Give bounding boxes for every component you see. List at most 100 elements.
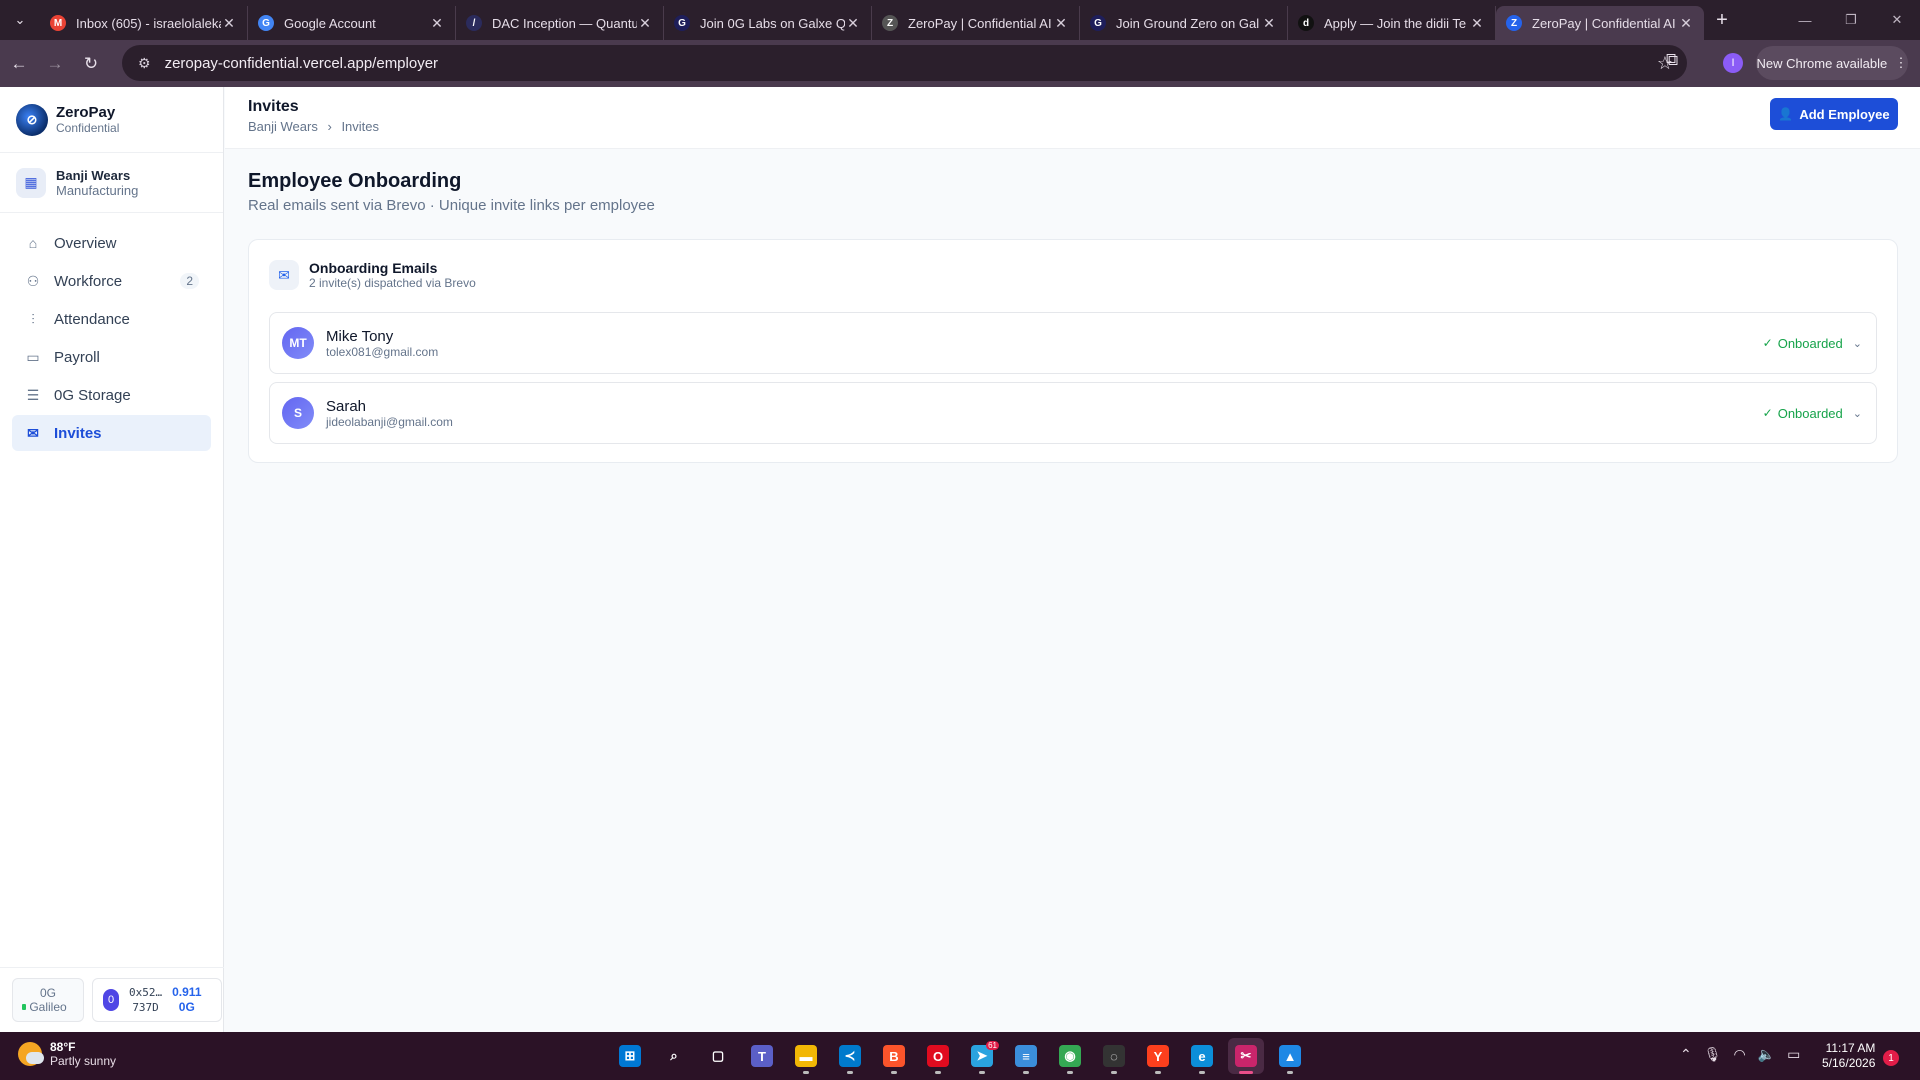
notification-badge[interactable]: 1 (1883, 1050, 1899, 1066)
sidebar-item-overview[interactable]: ⌂ Overview (12, 225, 211, 261)
sidebar-nav: ⌂ Overview ⚇ Workforce 2 ⫶ Attendance ▭ Payroll ☰… (0, 213, 223, 465)
sidebar-item-label: Workforce (54, 272, 123, 290)
forward-icon[interactable]: → (38, 47, 72, 81)
new-chrome-available-button[interactable]: New Chrome available ⋮ (1756, 46, 1908, 80)
invitee-email: jideolabanji@gmail.com (326, 414, 453, 429)
edge-icon[interactable]: e (1184, 1038, 1220, 1074)
tab-favicon-icon: Z (1506, 15, 1522, 31)
browser-tab[interactable]: G Join 0G Labs on Galxe Qu ✕ (664, 6, 872, 40)
url-text[interactable]: zeropay-confidential.vercel.app/employer (165, 55, 1657, 72)
sidebar-item-attendance[interactable]: ⫶ Attendance (12, 301, 211, 337)
tab-close-icon[interactable]: ✕ (429, 15, 445, 32)
tab-favicon-icon: / (466, 15, 482, 31)
wallet-balance: 0.911 (172, 985, 202, 999)
invite-row[interactable]: MT Mike Tony tolex081@gmail.com ✓ Onboarde… (269, 312, 1877, 374)
tab-close-icon[interactable]: ✕ (1469, 15, 1485, 32)
status-badge[interactable]: ✓ Onboarded ⌄ (1763, 406, 1862, 421)
system-tray: ⌃ 🎙 ◠ 🔈 ▭ (1680, 1046, 1812, 1063)
snipping-tool-icon[interactable]: ✂ (1228, 1038, 1264, 1074)
photos-icon[interactable]: ▲ (1272, 1038, 1308, 1074)
tab-close-icon[interactable]: ✕ (637, 15, 653, 32)
task-view-icon[interactable]: ▢ (700, 1038, 736, 1074)
yandex-icon[interactable]: Y (1140, 1038, 1176, 1074)
invitee-email: tolex081@gmail.com (326, 344, 439, 359)
notepad-icon[interactable]: ≡ (1008, 1038, 1044, 1074)
tab-favicon-icon: G (1090, 15, 1106, 31)
invite-row[interactable]: S Sarah jideolabanji@gmail.com ✓ Onboarded… (269, 382, 1877, 444)
opera-icon[interactable]: O (920, 1038, 956, 1074)
tray-overflow-icon[interactable]: ⌃ (1680, 1046, 1692, 1063)
address-bar-row: ← → ↻ ⚙ zeropay-confidential.vercel.app/… (0, 40, 1920, 87)
sidebar-item-payroll[interactable]: ▭ Payroll (12, 339, 211, 375)
vscode-icon[interactable]: ≺ (832, 1038, 868, 1074)
microphone-icon[interactable]: 🎙 (1704, 1046, 1722, 1063)
card-subtitle: 2 invite(s) dispatched via Brevo (309, 276, 476, 290)
chevron-down-icon[interactable]: ⌄ (1853, 407, 1862, 420)
browser-tab[interactable]: G Google Account ✕ (248, 6, 456, 40)
brand-subtitle: Confidential (56, 121, 120, 135)
battery-icon[interactable]: ▭ (1787, 1046, 1800, 1063)
browser-tab[interactable]: Z ZeroPay | Confidential AI ✕ (1496, 6, 1704, 40)
section-title: Employee Onboarding (248, 170, 462, 192)
search-icon[interactable]: ⌕ (656, 1038, 692, 1074)
browser-tab[interactable]: Z ZeroPay | Confidential AI ✕ (872, 6, 1080, 40)
tab-close-icon[interactable]: ✕ (1261, 15, 1277, 32)
teams-icon[interactable]: T (744, 1038, 780, 1074)
status-label: Onboarded (1777, 335, 1843, 351)
tab-close-icon[interactable]: ✕ (221, 15, 237, 32)
browser-tab[interactable]: G Join Ground Zero on Gal ✕ (1080, 6, 1288, 40)
chrome-icon[interactable]: ◉ (1052, 1038, 1088, 1074)
sidebar-item-invites[interactable]: ✉ Invites (12, 415, 211, 451)
sidebar-item-workforce[interactable]: ⚇ Workforce 2 (12, 263, 211, 299)
profile-avatar[interactable]: I (1723, 53, 1743, 73)
obs-icon[interactable]: ◌ (1096, 1038, 1132, 1074)
reload-icon[interactable]: ↻ (74, 47, 108, 81)
tab-favicon-icon: M (50, 15, 66, 31)
tab-close-icon[interactable]: ✕ (1678, 15, 1694, 32)
taskbar-app-glyph: ≡ (1015, 1045, 1037, 1067)
clock[interactable]: 11:17 AM 5/16/2026 (1822, 1041, 1875, 1071)
tab-search-icon[interactable]: ⌄ (0, 0, 40, 40)
wifi-icon[interactable]: ◠ (1734, 1046, 1746, 1063)
network-badge[interactable]: 0G Galileo (12, 978, 84, 1022)
back-icon[interactable]: ← (2, 47, 36, 81)
status-badge[interactable]: ✓ Onboarded ⌄ (1763, 336, 1862, 351)
extensions-icon[interactable]: ⧉ (1666, 50, 1678, 70)
breadcrumb-current: Invites (341, 119, 380, 134)
company-selector[interactable]: ▦ Banji Wears Manufacturing (0, 153, 223, 213)
add-employee-button[interactable]: 👤 Add Employee (1770, 98, 1898, 130)
home-icon: ⌂ (28, 235, 38, 251)
bar-chart-icon: ⫶ (31, 310, 35, 327)
file-explorer-icon[interactable]: ▬ (788, 1038, 824, 1074)
wallet-address-end: 737D (132, 1001, 159, 1014)
minimize-icon[interactable]: — (1782, 0, 1828, 40)
restore-icon[interactable]: ❐ (1828, 0, 1874, 40)
url-bar[interactable]: ⚙ zeropay-confidential.vercel.app/employ… (122, 45, 1687, 81)
weather-widget[interactable]: 88°F Partly sunny (18, 1040, 116, 1068)
wallet-button[interactable]: 0 0x52… 737D 0.911 0G (92, 978, 222, 1022)
windows-start-icon[interactable]: ⊞ (612, 1038, 648, 1074)
telegram-icon[interactable]: ➤ 61 (964, 1038, 1000, 1074)
window-controls: — ❐ ✕ (1782, 0, 1920, 40)
sidebar-item-0g-storage[interactable]: ☰ 0G Storage (12, 377, 211, 413)
wallet-currency: 0G (178, 1000, 195, 1014)
taskbar-app-glyph: ▲ (1279, 1045, 1301, 1067)
browser-tab[interactable]: d Apply — Join the didii Te ✕ (1288, 6, 1496, 40)
check-icon: ✓ (1762, 406, 1773, 420)
tab-close-icon[interactable]: ✕ (845, 15, 861, 32)
browser-tab[interactable]: / DAC Inception — Quantu ✕ (456, 6, 664, 40)
tab-title: DAC Inception — Quantu (492, 15, 637, 31)
brand[interactable]: ⊘ ZeroPay Confidential (0, 87, 223, 153)
brave-icon[interactable]: B (876, 1038, 912, 1074)
tab-favicon-icon: Z (882, 15, 898, 31)
chevron-down-icon[interactable]: ⌄ (1853, 337, 1862, 350)
close-window-icon[interactable]: ✕ (1874, 0, 1920, 40)
browser-tab[interactable]: M Inbox (605) - israelolaleka ✕ (40, 6, 248, 40)
volume-icon[interactable]: 🔈 (1758, 1046, 1775, 1063)
new-tab-button[interactable]: + (1704, 9, 1740, 32)
breadcrumb-parent[interactable]: Banji Wears (248, 119, 318, 134)
site-info-icon[interactable]: ⚙ (138, 55, 151, 72)
sidebar-item-label: Invites (54, 424, 102, 442)
tab-close-icon[interactable]: ✕ (1053, 15, 1069, 32)
page-title: Invites (248, 98, 299, 115)
